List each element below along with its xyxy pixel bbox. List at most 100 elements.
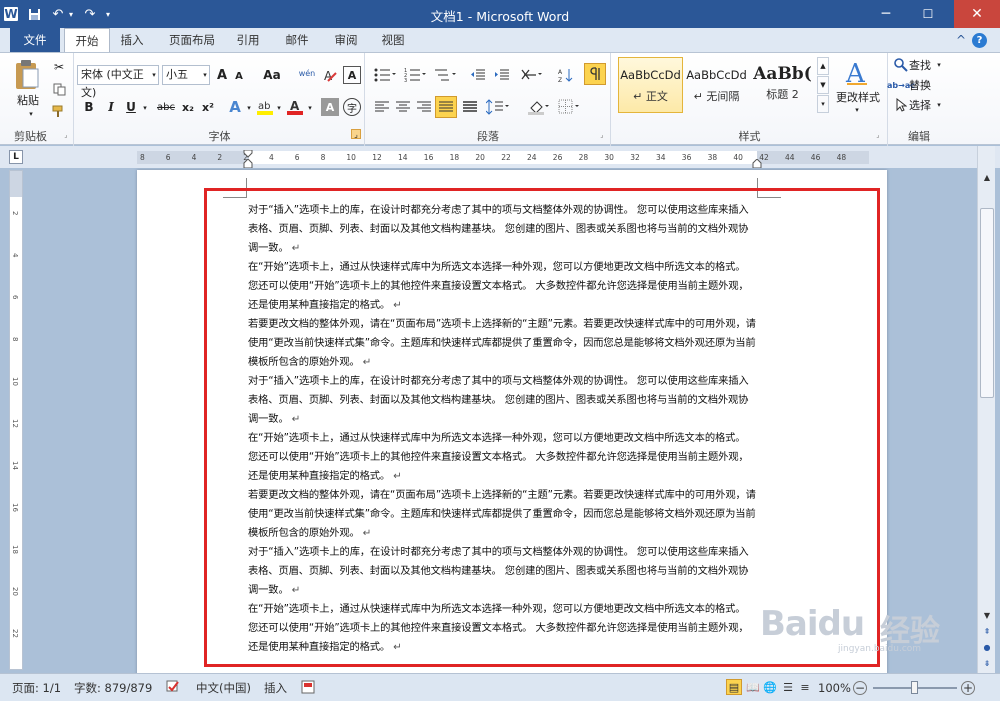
bullets-icon[interactable] bbox=[372, 65, 398, 85]
tab-view[interactable]: 视图 bbox=[375, 28, 411, 52]
align-right-icon[interactable] bbox=[414, 97, 434, 117]
shading-icon[interactable] bbox=[526, 97, 552, 117]
font-color-dropdown-icon[interactable]: ▾ bbox=[305, 102, 315, 114]
proofing-icon[interactable] bbox=[165, 679, 181, 695]
paste-icon[interactable] bbox=[10, 57, 44, 93]
clear-formatting-icon[interactable]: A bbox=[321, 66, 339, 84]
character-shading-icon[interactable]: A bbox=[321, 98, 339, 116]
zoom-slider-thumb[interactable] bbox=[911, 681, 918, 694]
tab-review[interactable]: 审阅 bbox=[328, 28, 364, 52]
styles-more-icon[interactable]: ▾ bbox=[817, 95, 829, 113]
underline-dropdown-icon[interactable]: ▾ bbox=[140, 102, 150, 114]
language-status[interactable]: 中文(中国) bbox=[196, 680, 251, 696]
decrease-indent-icon[interactable] bbox=[468, 65, 488, 85]
scroll-up-icon[interactable]: ▲ bbox=[980, 170, 994, 184]
borders-icon[interactable] bbox=[556, 97, 582, 117]
enclose-characters-icon[interactable]: 字 bbox=[343, 98, 361, 116]
select-button[interactable]: 选择 bbox=[909, 96, 935, 114]
align-left-icon[interactable] bbox=[372, 97, 392, 117]
line-spacing-icon[interactable] bbox=[484, 97, 512, 117]
style-heading-2[interactable]: AaBb( 标题 2 bbox=[750, 57, 815, 113]
phonetic-guide-icon[interactable]: wén bbox=[297, 62, 317, 84]
replace-icon[interactable]: ab→ac bbox=[887, 76, 915, 94]
tab-home[interactable]: 开始 bbox=[64, 28, 110, 53]
tab-file[interactable]: 文件 bbox=[10, 28, 60, 52]
web-layout-icon[interactable]: 🌐 bbox=[762, 679, 778, 695]
maximize-button[interactable]: ☐ bbox=[908, 0, 948, 28]
help-icon[interactable]: ? bbox=[972, 33, 987, 48]
highlight-icon[interactable]: ab bbox=[256, 97, 274, 117]
right-indent-marker-icon[interactable] bbox=[752, 158, 762, 169]
increase-indent-icon[interactable] bbox=[492, 65, 512, 85]
distributed-align-icon[interactable] bbox=[460, 97, 480, 117]
vertical-scrollbar[interactable]: ▲ ▼ ⇞ ● ⇟ bbox=[977, 146, 995, 673]
paragraph-launcher-icon[interactable]: ⌟ bbox=[598, 131, 606, 139]
styles-scroll-up-icon[interactable]: ▲ bbox=[817, 57, 829, 75]
grow-font-icon[interactable]: A bbox=[214, 66, 230, 84]
find-button[interactable]: 查找 bbox=[909, 56, 935, 74]
find-dropdown-icon[interactable]: ▾ bbox=[935, 60, 943, 70]
multilevel-list-icon[interactable] bbox=[432, 65, 460, 85]
page-count[interactable]: 页面: 1/1 bbox=[12, 680, 61, 696]
minimize-button[interactable]: ─ bbox=[866, 0, 906, 28]
tab-page-layout[interactable]: 页面布局 bbox=[162, 28, 222, 52]
next-page-icon[interactable]: ⇟ bbox=[980, 656, 994, 670]
justify-button[interactable] bbox=[435, 96, 457, 118]
close-button[interactable]: ✕ bbox=[954, 0, 1000, 28]
strikethrough-button[interactable]: abc bbox=[155, 98, 177, 116]
tab-references[interactable]: 引用 bbox=[230, 28, 266, 52]
scroll-thumb[interactable] bbox=[980, 208, 994, 398]
horizontal-ruler[interactable]: 8 6 4 2 2 4 6 8 10 12 14 16 18 20 22 24 26 28 30 32 34 36 38 40… bbox=[137, 148, 869, 169]
select-dropdown-icon[interactable]: ▾ bbox=[935, 100, 943, 110]
find-icon[interactable] bbox=[893, 56, 909, 74]
highlight-dropdown-icon[interactable]: ▾ bbox=[274, 102, 284, 114]
print-layout-view-icon[interactable]: ▤ bbox=[726, 679, 742, 695]
draft-view-icon[interactable]: ≡ bbox=[797, 679, 813, 695]
italic-button[interactable]: I bbox=[103, 98, 119, 116]
shrink-font-icon[interactable]: A bbox=[232, 68, 246, 84]
collapse-ribbon-icon[interactable]: ^ bbox=[954, 28, 968, 52]
font-color-icon[interactable]: A bbox=[286, 97, 304, 117]
font-dialog-launcher-icon[interactable]: ⌟ bbox=[351, 129, 361, 139]
numbering-icon[interactable]: 123 bbox=[402, 65, 428, 85]
style-no-spacing[interactable]: AaBbCcDd ↵ 无间隔 bbox=[684, 57, 749, 113]
change-styles-icon[interactable]: A bbox=[842, 57, 872, 87]
scroll-down-icon[interactable]: ▼ bbox=[980, 608, 994, 622]
styles-launcher-icon[interactable]: ⌟ bbox=[874, 131, 882, 139]
paste-dropdown-icon[interactable]: ▾ bbox=[26, 109, 36, 119]
copy-icon[interactable] bbox=[50, 81, 68, 97]
underline-button[interactable]: U bbox=[123, 98, 139, 116]
format-painter-icon[interactable] bbox=[50, 103, 68, 119]
insert-mode[interactable]: 插入 bbox=[264, 680, 287, 696]
left-indent-marker-icon[interactable] bbox=[243, 158, 253, 169]
show-hide-marks-button[interactable] bbox=[584, 63, 606, 85]
superscript-button[interactable]: x² bbox=[199, 98, 217, 116]
align-center-icon[interactable] bbox=[393, 97, 413, 117]
cut-icon[interactable]: ✂ bbox=[50, 59, 68, 75]
character-border-icon[interactable]: A bbox=[343, 66, 361, 84]
full-screen-reading-icon[interactable]: 📖 bbox=[745, 679, 761, 695]
bold-button[interactable]: B bbox=[81, 98, 97, 116]
select-icon[interactable] bbox=[893, 96, 909, 114]
select-browse-object-icon[interactable]: ● bbox=[980, 640, 994, 654]
chinese-layout-icon[interactable] bbox=[518, 65, 546, 85]
font-family-select[interactable]: 宋体 (中文正文) bbox=[77, 65, 159, 99]
font-family-dropdown-icon[interactable]: ▾ bbox=[149, 67, 159, 83]
text-effects-dropdown-icon[interactable]: ▾ bbox=[244, 102, 254, 114]
zoom-out-icon[interactable]: − bbox=[853, 681, 867, 695]
change-styles-button[interactable]: 更改样式 bbox=[830, 89, 886, 105]
change-case-icon[interactable]: Aa bbox=[260, 66, 284, 84]
subscript-button[interactable]: x₂ bbox=[179, 98, 197, 116]
paste-button[interactable]: 粘贴 bbox=[10, 93, 46, 107]
sort-icon[interactable]: AZ bbox=[556, 65, 576, 85]
tab-insert[interactable]: 插入 bbox=[114, 28, 150, 52]
tab-mailings[interactable]: 邮件 bbox=[279, 28, 315, 52]
macro-recording-icon[interactable] bbox=[300, 679, 316, 695]
zoom-level[interactable]: 100% bbox=[818, 680, 851, 696]
previous-page-icon[interactable]: ⇞ bbox=[980, 624, 994, 638]
vertical-ruler[interactable]: 2 4 6 8 10 12 14 16 18 20 22 bbox=[9, 170, 23, 670]
font-size-dropdown-icon[interactable]: ▾ bbox=[200, 67, 210, 83]
first-line-indent-marker-icon[interactable] bbox=[243, 148, 253, 158]
zoom-in-icon[interactable]: + bbox=[961, 681, 975, 695]
clipboard-launcher-icon[interactable]: ⌟ bbox=[62, 131, 70, 139]
